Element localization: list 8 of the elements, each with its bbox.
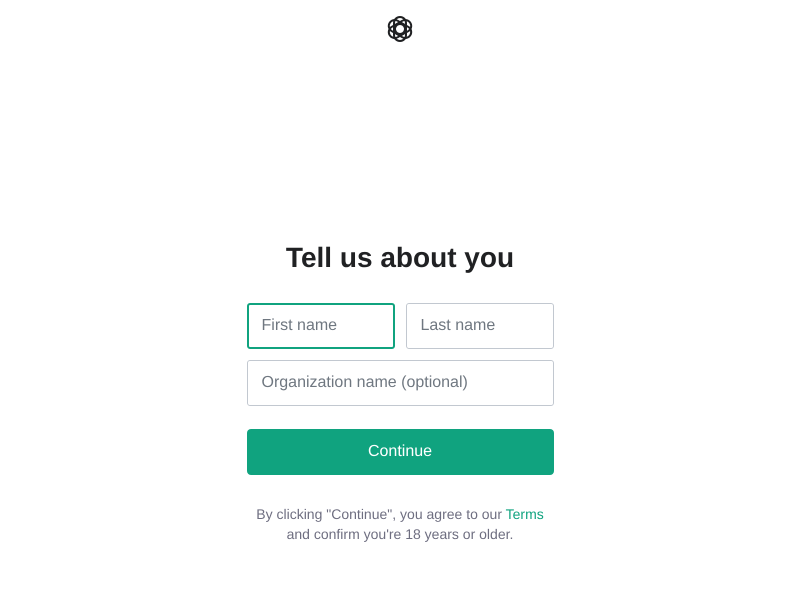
input-field[interactable]: First name xyxy=(246,303,394,349)
page-heading: Tell us about you xyxy=(286,241,514,275)
terms-link[interactable]: Terms xyxy=(506,506,544,522)
logo-icon xyxy=(385,14,415,44)
consent-text: By clicking "Continue", you agree to our Terms and confirm you're 18 years or older. xyxy=(256,505,544,544)
input-field[interactable]: Last name xyxy=(406,303,554,349)
continue-button[interactable]: Continue xyxy=(246,429,554,475)
input-field[interactable]: Organization name (optional) xyxy=(246,360,554,406)
